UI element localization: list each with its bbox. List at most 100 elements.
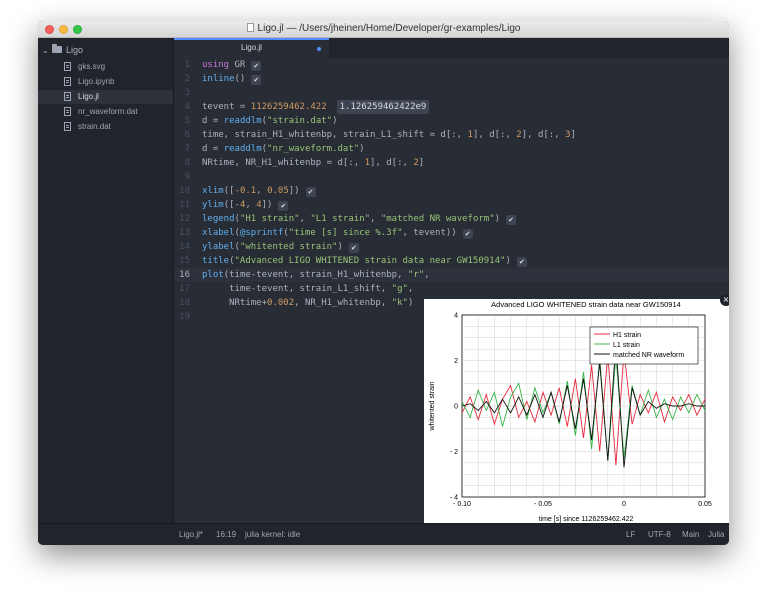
x-axis-label: time [s] since 1126259462.422 [539, 516, 634, 523]
status-kernel[interactable]: julia kernel: idle [245, 524, 300, 545]
status-bar: Ligo.jl* 16:19 julia kernel: idle LF UTF… [174, 523, 729, 545]
file-icon [64, 92, 71, 101]
line-number: 10 [179, 186, 190, 196]
file-name: strain.dat [78, 122, 111, 131]
code-line[interactable]: 11 ylim([-4, 4]) ✔ [174, 198, 729, 212]
tree-file-gks-svg[interactable]: gks.svg [38, 60, 173, 74]
y-tick-label: 4 [454, 313, 458, 320]
legend-label-l1: L1 strain [613, 342, 640, 349]
line-number: 12 [179, 214, 190, 224]
file-name: gks.svg [78, 62, 106, 71]
line-number: 14 [179, 242, 190, 252]
check-icon: ✔ [278, 201, 289, 211]
status-grammar[interactable]: Julia [708, 524, 724, 545]
line-number: 3 [184, 88, 190, 98]
code-line[interactable]: 14 ylabel("whitented strain") ✔ [174, 240, 729, 254]
inline-plot-result[interactable]: Advanced LIGO WHITENED strain data near … [424, 299, 729, 524]
file-name: nr_waveform.dat [78, 107, 138, 116]
code-line[interactable]: 3 [174, 86, 729, 100]
tab-ligo-jl[interactable]: Ligo.jl [174, 38, 329, 58]
file-icon [64, 107, 71, 116]
status-line-ending[interactable]: LF [626, 524, 635, 545]
x-tick-label: - 0.10 [453, 501, 471, 508]
line-number: 9 [184, 172, 190, 182]
check-icon: ✔ [516, 257, 527, 267]
code-line[interactable]: 2 inline() ✔ [174, 72, 729, 86]
line-number: 7 [184, 144, 190, 154]
code-line[interactable]: 7d = readdlm("nr_waveform.dat") [174, 142, 729, 156]
check-icon: ✔ [305, 187, 316, 197]
y-tick-label: 2 [454, 358, 458, 365]
line-number: 15 [179, 256, 190, 266]
code-line[interactable]: 10 xlim([-0.1, 0.05]) ✔ [174, 184, 729, 198]
title-bar: Ligo.jl — /Users/jheinen/Home/Developer/… [38, 21, 729, 38]
status-module[interactable]: Main [682, 524, 699, 545]
check-icon: ✔ [506, 215, 517, 225]
chart-title: Advanced LIGO WHITENED strain data near … [491, 300, 681, 309]
editor-window: Ligo.jl — /Users/jheinen/Home/Developer/… [38, 21, 729, 545]
check-icon: ✔ [462, 229, 473, 239]
chevron-down-icon[interactable]: ⌄ [42, 44, 52, 58]
inline-result[interactable]: 1.126259462422e9 [336, 100, 430, 114]
code-line[interactable]: 15 title("Advanced LIGO WHITENED strain d… [174, 254, 729, 268]
series-line-1 [461, 355, 706, 461]
folder-icon [52, 44, 62, 53]
tree-root-folder[interactable]: ⌄ Ligo [42, 43, 83, 57]
status-encoding[interactable]: UTF-8 [648, 524, 671, 545]
x-tick-label: 0 [622, 501, 626, 508]
status-file[interactable]: Ligo.jl* [179, 524, 203, 545]
y-tick-label: - 4 [450, 495, 458, 502]
tab-bar: Ligo.jl [174, 38, 729, 58]
code-line[interactable]: 8 NRtime, NR_H1_whitenbp = d[:, 1], d[:, … [174, 156, 729, 170]
x-tick-label: - 0.05 [534, 501, 552, 508]
line-number: 8 [184, 158, 190, 168]
line-number: 6 [184, 130, 190, 140]
legend: H1 strain L1 strain matched NR waveform [589, 326, 699, 365]
file-name: Ligo.ipynb [78, 77, 115, 86]
tree-file-ligo-ipynb[interactable]: Ligo.ipynb [38, 75, 173, 89]
strain-chart: Advanced LIGO WHITENED strain data near … [429, 300, 712, 523]
line-number: 16 [179, 270, 190, 280]
close-result-button[interactable]: × [720, 294, 729, 306]
file-icon [64, 77, 71, 86]
line-number: 18 [179, 298, 190, 308]
code-line[interactable]: 12 legend("H1 strain", "L1 strain", "matc… [174, 212, 729, 226]
code-line[interactable]: 6 time, strain_H1_whitenbp, strain_L1_shi… [174, 128, 729, 142]
y-tick-label: - 2 [450, 449, 458, 456]
line-number: 11 [179, 200, 190, 210]
y-axis-label: whitented strain [429, 381, 436, 431]
y-tick-label: 0 [454, 404, 458, 411]
tree-file-ligo-jl[interactable]: Ligo.jl [38, 90, 173, 104]
line-number: 2 [184, 74, 190, 84]
statusbar-left [38, 523, 174, 545]
file-icon [64, 62, 71, 71]
line-number: 19 [179, 312, 190, 322]
code-line[interactable]: 4 tevent = 1126259462.422 1.126259462422e9 [174, 100, 729, 114]
x-tick-label: 0.05 [698, 501, 712, 508]
line-number: 4 [184, 102, 190, 112]
line-number: 5 [184, 116, 190, 126]
code-line[interactable]: 9 [174, 170, 729, 184]
file-name: Ligo.jl [78, 92, 99, 101]
window-title: Ligo.jl — /Users/jheinen/Home/Developer/… [38, 22, 729, 36]
code-line-current[interactable]: 16 plot(time-tevent, strain_H1_whitenbp, … [174, 268, 729, 282]
legend-label-nr: matched NR waveform [613, 352, 684, 359]
code-line[interactable]: 13 xlabel(@sprintf("time [s] since %.3f",… [174, 226, 729, 240]
document-icon [246, 23, 254, 32]
tree-file-nr-waveform-dat[interactable]: nr_waveform.dat [38, 105, 173, 119]
line-number: 1 [184, 60, 190, 70]
line-number: 17 [179, 284, 190, 294]
legend-label-h1: H1 strain [613, 332, 641, 339]
tree-file-strain-dat[interactable]: strain.dat [38, 120, 173, 134]
modified-indicator-icon[interactable] [317, 47, 321, 51]
code-line[interactable]: 5d = readdlm("strain.dat") [174, 114, 729, 128]
code-line[interactable]: 17 time-tevent, strain_L1_shift, "g", [174, 282, 729, 296]
check-icon: ✔ [251, 75, 262, 85]
line-number: 13 [179, 228, 190, 238]
window-title-text: Ligo.jl — /Users/jheinen/Home/Developer/… [257, 23, 521, 34]
tab-label: Ligo.jl [241, 43, 262, 52]
status-cursor-position[interactable]: 16:19 [216, 524, 236, 545]
code-line[interactable]: 1 using GR ✔ [174, 58, 729, 72]
check-icon: ✔ [348, 243, 359, 253]
file-icon [64, 122, 71, 131]
